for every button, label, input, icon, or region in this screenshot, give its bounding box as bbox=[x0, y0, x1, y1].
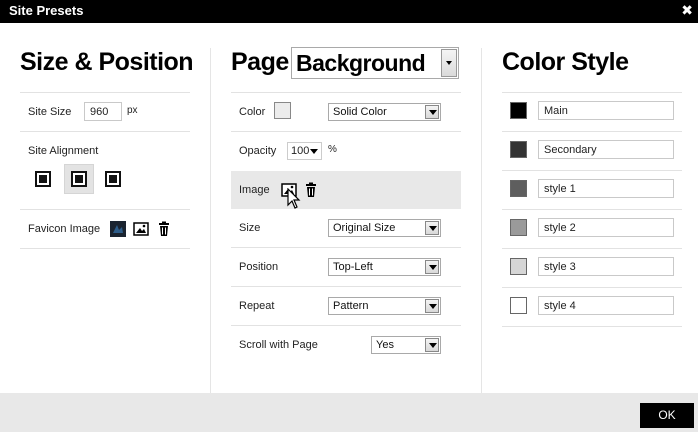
size-label: Size bbox=[239, 222, 261, 234]
color-style-name-input[interactable] bbox=[538, 218, 674, 237]
divider bbox=[502, 326, 682, 327]
ok-button[interactable]: OK bbox=[640, 403, 694, 428]
align-right-icon bbox=[105, 171, 121, 187]
size-value: Original Size bbox=[333, 222, 396, 234]
trash-icon[interactable] bbox=[303, 182, 319, 198]
align-center-button[interactable] bbox=[64, 164, 94, 194]
site-size-input[interactable] bbox=[84, 102, 122, 121]
opacity-label: Opacity bbox=[239, 145, 277, 157]
favicon-preview-icon bbox=[110, 221, 126, 237]
divider bbox=[231, 286, 461, 287]
color-style-heading: Color Style bbox=[502, 48, 629, 76]
color-swatch[interactable] bbox=[510, 258, 527, 275]
color-swatch[interactable] bbox=[510, 141, 527, 158]
page-section-select-value: Background bbox=[296, 50, 426, 76]
position-label: Position bbox=[239, 261, 279, 273]
color-style-name-input[interactable] bbox=[538, 179, 674, 198]
color-swatch[interactable] bbox=[274, 102, 291, 119]
align-right-button[interactable] bbox=[100, 166, 126, 192]
window-title: Site Presets bbox=[9, 3, 84, 18]
repeat-select[interactable]: Pattern bbox=[328, 297, 441, 315]
divider bbox=[20, 131, 190, 132]
chevron-down-icon bbox=[441, 49, 457, 77]
color-style-name-input[interactable] bbox=[538, 257, 674, 276]
site-size-label: Site Size bbox=[28, 106, 72, 118]
divider bbox=[20, 92, 190, 93]
favicon-label: Favicon Image bbox=[28, 223, 101, 235]
color-type-value: Solid Color bbox=[333, 106, 387, 118]
chevron-down-icon bbox=[425, 338, 439, 352]
image-icon[interactable] bbox=[133, 221, 149, 237]
scroll-value: Yes bbox=[376, 339, 394, 351]
divider bbox=[502, 209, 682, 210]
align-center-icon bbox=[71, 171, 87, 187]
repeat-label: Repeat bbox=[239, 300, 275, 312]
color-swatch[interactable] bbox=[510, 219, 527, 236]
size-select[interactable]: Original Size bbox=[328, 219, 441, 237]
color-label: Color bbox=[239, 106, 266, 118]
divider bbox=[502, 92, 682, 93]
scroll-label: Scroll with Page bbox=[239, 339, 318, 351]
divider bbox=[231, 92, 461, 93]
position-select[interactable]: Top-Left bbox=[328, 258, 441, 276]
divider bbox=[502, 131, 682, 132]
chevron-down-icon bbox=[425, 299, 439, 313]
repeat-value: Pattern bbox=[333, 300, 369, 312]
window-titlebar: Site Presets ✖ bbox=[0, 0, 698, 23]
page-section-select[interactable]: Background bbox=[291, 47, 459, 79]
scroll-select[interactable]: Yes bbox=[371, 336, 441, 354]
trash-icon[interactable] bbox=[156, 221, 172, 237]
dialog-footer bbox=[0, 393, 698, 432]
color-swatch[interactable] bbox=[510, 297, 527, 314]
color-type-select[interactable]: Solid Color bbox=[328, 103, 441, 121]
color-swatch[interactable] bbox=[510, 102, 527, 119]
size-position-heading: Size & Position bbox=[20, 48, 194, 76]
color-swatch[interactable] bbox=[510, 180, 527, 197]
chevron-down-icon bbox=[425, 221, 439, 235]
column-divider bbox=[210, 48, 211, 393]
divider bbox=[20, 248, 190, 249]
close-icon[interactable]: ✖ bbox=[681, 2, 693, 19]
opacity-value: 100 bbox=[291, 145, 310, 157]
site-size-unit: px bbox=[127, 105, 138, 116]
image-label: Image bbox=[239, 184, 270, 196]
color-style-name-input[interactable] bbox=[538, 101, 674, 120]
column-divider bbox=[481, 48, 482, 393]
divider bbox=[231, 325, 461, 326]
color-style-name-input[interactable] bbox=[538, 140, 674, 159]
chevron-down-icon bbox=[425, 105, 439, 119]
divider bbox=[502, 248, 682, 249]
divider bbox=[231, 247, 461, 248]
color-style-name-input[interactable] bbox=[538, 296, 674, 315]
opacity-unit: % bbox=[328, 144, 337, 155]
chevron-down-icon bbox=[425, 260, 439, 274]
site-alignment-label: Site Alignment bbox=[28, 145, 99, 157]
align-left-icon bbox=[35, 171, 51, 187]
mouse-pointer-icon bbox=[287, 187, 301, 210]
divider bbox=[231, 131, 461, 132]
divider bbox=[20, 209, 190, 210]
position-value: Top-Left bbox=[333, 261, 373, 273]
divider bbox=[502, 287, 682, 288]
align-left-button[interactable] bbox=[30, 166, 56, 192]
page-heading: Page bbox=[231, 48, 289, 76]
opacity-select[interactable]: 100 bbox=[287, 142, 322, 160]
divider bbox=[502, 170, 682, 171]
